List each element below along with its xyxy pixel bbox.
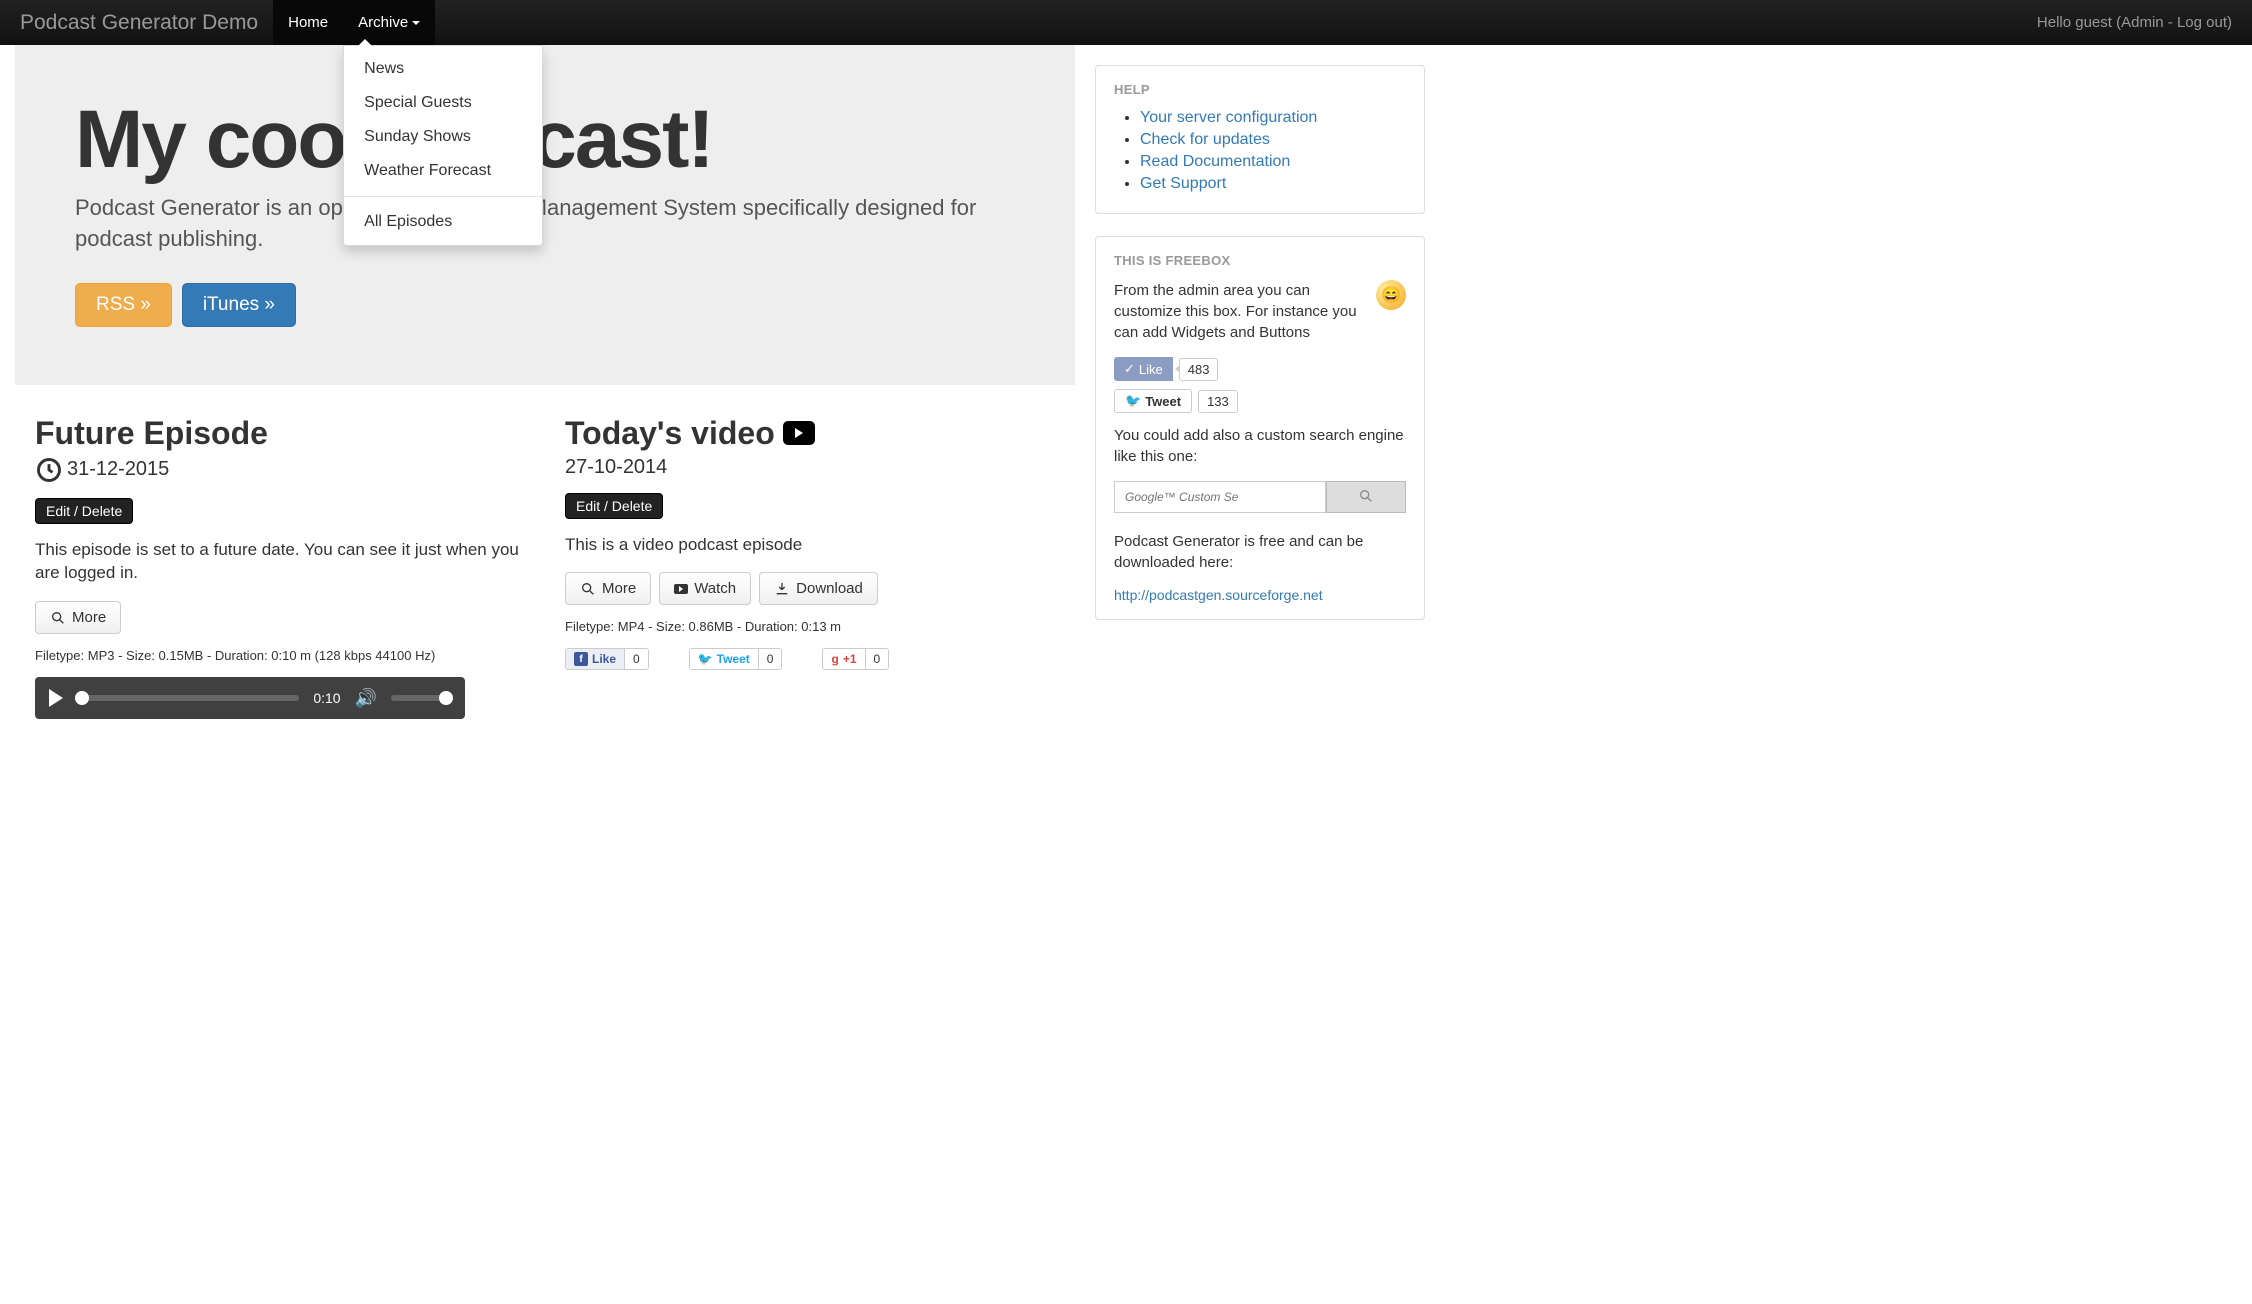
freebox-panel: THIS IS FREEBOX 😄 From the admin area yo…	[1095, 236, 1425, 620]
episode-date: 27-10-2014	[565, 456, 667, 479]
rss-button[interactable]: RSS »	[75, 283, 172, 327]
more-label: More	[72, 609, 106, 626]
episode-description: This episode is set to a future date. Yo…	[35, 538, 525, 586]
check-icon: ✓	[1124, 361, 1135, 377]
tw-label: Tweet	[717, 652, 750, 666]
clock-icon	[35, 456, 63, 484]
episode-todays-video: Today's video 27-10-2014 Edit / Delete T…	[565, 415, 1055, 720]
more-button[interactable]: More	[35, 601, 121, 634]
video-icon	[783, 421, 815, 445]
help-title: HELP	[1114, 82, 1406, 97]
episode-meta: Filetype: MP3 - Size: 0.15MB - Duration:…	[35, 648, 525, 663]
google-search-button[interactable]	[1326, 481, 1406, 513]
freebox-text2: You could add also a custom search engin…	[1114, 425, 1406, 467]
play-icon[interactable]	[49, 689, 63, 707]
nav-user-greeting[interactable]: Hello guest (Admin - Log out)	[2037, 14, 2232, 31]
fb-count: 0	[624, 649, 648, 669]
brand-link[interactable]: Podcast Generator Demo	[20, 11, 273, 35]
watch-label: Watch	[694, 580, 736, 597]
tweet-count: 133	[1198, 390, 1238, 413]
twitter-icon: 🐦	[1125, 393, 1141, 409]
page-title: My cool podcast!	[75, 93, 1015, 187]
episode-title: Today's video	[565, 415, 775, 452]
episode-date: 31-12-2015	[67, 458, 169, 481]
like-count: 483	[1179, 358, 1219, 381]
google-search-input[interactable]	[1114, 481, 1326, 513]
freebox-text3: Podcast Generator is free and can be dow…	[1114, 531, 1406, 573]
dropdown-news[interactable]: News	[344, 52, 542, 86]
gplus-icon: g	[831, 652, 838, 666]
nav-archive-label: Archive	[358, 14, 408, 31]
search-icon	[50, 610, 66, 626]
gp-count: 0	[865, 649, 889, 669]
audio-time: 0:10	[313, 690, 340, 706]
freebox-text1: From the admin area you can customize th…	[1114, 280, 1406, 343]
nav-archive[interactable]: Archive	[343, 0, 435, 45]
help-check-updates[interactable]: Check for updates	[1140, 131, 1270, 148]
itunes-button[interactable]: iTunes »	[182, 283, 296, 327]
like-label: Like	[1139, 362, 1163, 377]
nav-home[interactable]: Home	[273, 0, 343, 45]
dropdown-divider	[344, 196, 542, 197]
download-label: Download	[796, 580, 863, 597]
tweet-button[interactable]: 🐦 Tweet 0	[689, 648, 783, 670]
episode-title: Future Episode	[35, 415, 268, 452]
download-icon	[774, 581, 790, 597]
tw-count: 0	[758, 649, 782, 669]
search-icon	[580, 581, 596, 597]
dropdown-all-episodes[interactable]: All Episodes	[344, 205, 542, 239]
download-button[interactable]: Download	[759, 572, 878, 605]
freebox-download-link[interactable]: http://podcastgen.sourceforge.net	[1114, 587, 1323, 603]
fb-like-widget[interactable]: ✓ Like 483	[1114, 357, 1218, 381]
caret-down-icon	[412, 21, 420, 25]
dropdown-weather-forecast[interactable]: Weather Forecast	[344, 154, 542, 188]
watch-button[interactable]: Watch	[659, 572, 751, 605]
facebook-icon: f	[574, 652, 588, 666]
play-box-icon	[674, 584, 688, 594]
archive-dropdown: News Special Guests Sunday Shows Weather…	[343, 45, 543, 246]
freebox-title: THIS IS FREEBOX	[1114, 253, 1406, 268]
audio-player[interactable]: 0:10 🔊	[35, 677, 465, 719]
episode-meta: Filetype: MP4 - Size: 0.86MB - Duration:…	[565, 619, 1055, 634]
twitter-icon: 🐦	[698, 652, 713, 666]
more-label: More	[602, 580, 636, 597]
page-subtitle: Podcast Generator is an open source Cont…	[75, 193, 1015, 255]
fb-label: Like	[592, 652, 616, 666]
search-icon	[1358, 488, 1374, 504]
gp-label: +1	[843, 652, 857, 666]
help-read-docs[interactable]: Read Documentation	[1140, 153, 1290, 170]
volume-slider[interactable]	[391, 695, 451, 701]
smiley-icon: 😄	[1376, 280, 1406, 310]
jumbotron: My cool podcast! Podcast Generator is an…	[15, 45, 1075, 385]
tweet-widget[interactable]: 🐦 Tweet 133	[1114, 389, 1238, 413]
dropdown-sunday-shows[interactable]: Sunday Shows	[344, 120, 542, 154]
dropdown-special-guests[interactable]: Special Guests	[344, 86, 542, 120]
edit-delete-button[interactable]: Edit / Delete	[35, 498, 133, 524]
more-button[interactable]: More	[565, 572, 651, 605]
episode-description: This is a video podcast episode	[565, 533, 1055, 557]
navbar: Podcast Generator Demo Home Archive News…	[0, 0, 2252, 45]
gplus-button[interactable]: g +1 0	[822, 648, 889, 670]
audio-track[interactable]	[77, 695, 299, 701]
help-panel: HELP Your server configuration Check for…	[1095, 65, 1425, 214]
help-get-support[interactable]: Get Support	[1140, 175, 1226, 192]
episode-future: Future Episode 31-12-2015 Edit / Delete …	[35, 415, 525, 720]
volume-icon[interactable]: 🔊	[355, 688, 377, 709]
help-server-config[interactable]: Your server configuration	[1140, 109, 1317, 126]
fb-like-button[interactable]: f Like 0	[565, 648, 649, 670]
edit-delete-button[interactable]: Edit / Delete	[565, 493, 663, 519]
tweet-label: Tweet	[1145, 394, 1181, 409]
